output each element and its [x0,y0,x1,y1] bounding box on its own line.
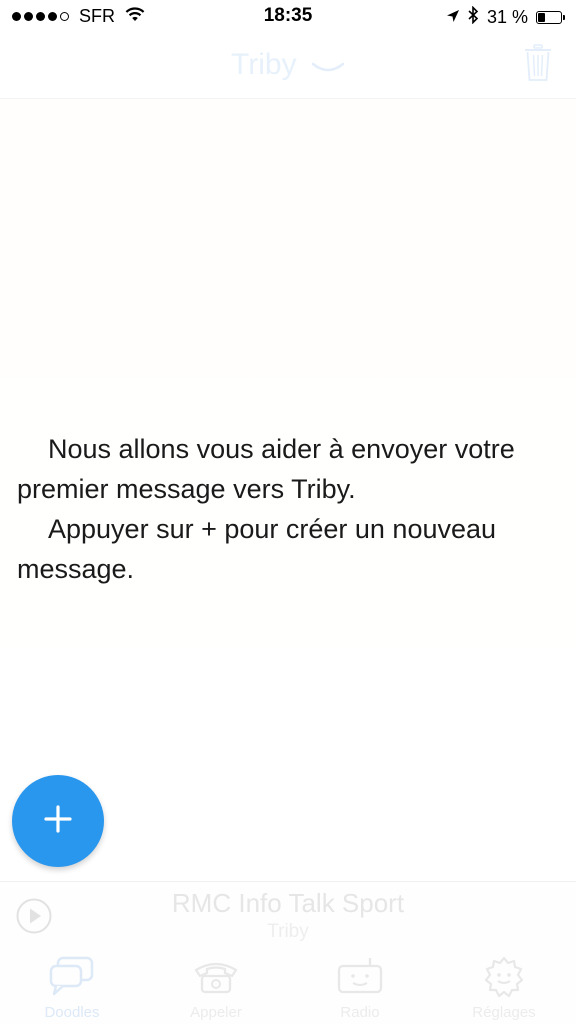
battery-fill [538,13,545,22]
status-right: 31 % [446,5,565,29]
new-message-button[interactable] [12,775,104,867]
nav-title: Triby [231,48,297,81]
empty-state-line-2: Appuyer sur + pour créer un nouveau mess… [17,514,497,584]
gear-badge-icon [432,956,576,998]
station-name: RMC Info Talk Sport [171,888,405,918]
bluetooth-icon [468,5,479,29]
tab-reglages[interactable]: Réglages [432,948,576,1024]
doodles-content: Nous allons vous aider à envoyer votre p… [0,99,576,881]
telephone-icon [144,956,288,996]
nav-bar: Triby [0,34,576,99]
tab-label: Radio [340,1004,380,1021]
tab-label: Réglages [472,1004,536,1021]
tab-radio[interactable]: Radio [288,948,432,1024]
location-arrow-icon [446,7,460,28]
battery-percent: 31 % [486,7,528,27]
chevron-down-icon [311,49,345,83]
tab-label: Doodles [44,1004,100,1021]
tab-appeler[interactable]: Appeler [144,948,288,1024]
device-selector[interactable]: Triby [0,48,576,83]
player-device-name: Triby [267,921,309,942]
status-bar: SFR 18:35 31 % [0,0,576,34]
tab-label: Appeler [190,1004,242,1021]
chat-bubbles-icon [0,956,144,996]
battery-tip [563,15,565,20]
battery-icon [536,11,565,24]
app-screen: SFR 18:35 31 % Triby Nous allons vous ai… [0,0,576,1024]
radio-player: RMC Info Talk Sport Triby [0,881,576,949]
plus-icon [44,804,72,838]
empty-state-line-1: Nous allons vous aider à envoyer votre p… [17,434,515,504]
empty-state-message: Nous allons vous aider à envoyer votre p… [17,429,567,589]
tab-bar: Doodles Appeler Radio Réglages [0,948,576,1024]
trash-icon[interactable] [524,44,552,87]
tab-doodles[interactable]: Doodles [0,948,144,1024]
radio-icon [288,956,432,996]
